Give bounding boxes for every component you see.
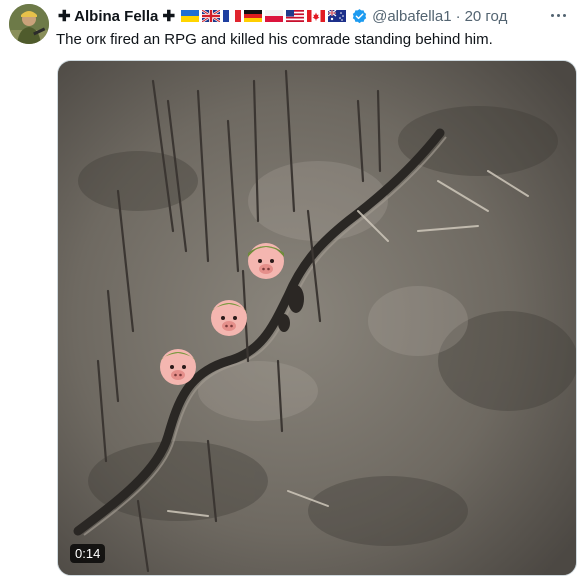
video-player[interactable]: 0:14	[57, 60, 577, 576]
user-handle[interactable]: @albafella1	[372, 8, 451, 25]
tweet: ✚ Albina Fella ✚ @albafella1 · 20 год Th…	[0, 0, 586, 577]
canada-flag-icon	[307, 10, 326, 22]
more-options-button[interactable]	[546, 8, 570, 22]
australia-flag-icon	[328, 10, 347, 22]
ukraine-flag-icon	[181, 10, 200, 22]
flag-list	[181, 10, 347, 22]
tweet-header: ✚ Albina Fella ✚ @albafella1 · 20 год	[58, 6, 507, 26]
germany-flag-icon	[244, 10, 263, 22]
more-dot-icon	[550, 13, 554, 17]
verified-badge-icon	[352, 8, 367, 23]
tweet-text: The orк fired an RPG and killed his comr…	[56, 31, 493, 48]
uk-flag-icon	[202, 10, 221, 22]
pig-soldier-icon	[211, 300, 247, 336]
usa-flag-icon	[286, 10, 305, 22]
video-duration: 0:14	[70, 544, 106, 563]
display-name[interactable]: ✚ Albina Fella ✚	[58, 7, 175, 25]
pig-soldier-icon	[160, 349, 196, 385]
separator-dot: ·	[455, 7, 461, 25]
pig-soldier-icon	[248, 243, 284, 279]
poland-flag-icon	[265, 10, 284, 22]
timestamp[interactable]: 20 год	[465, 8, 508, 25]
more-dot-icon	[562, 13, 566, 17]
more-dot-icon	[556, 13, 560, 17]
france-flag-icon	[223, 10, 242, 22]
avatar[interactable]	[9, 4, 49, 44]
overlay-icons	[160, 243, 284, 385]
